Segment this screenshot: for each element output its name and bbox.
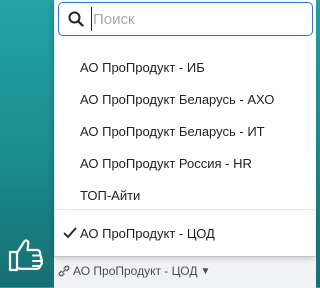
options-list: АО ПроПродукт - ИБ АО ПроПродукт Беларус… [55, 52, 316, 212]
search-icon [68, 11, 84, 27]
thumbs-up-icon[interactable] [4, 234, 46, 276]
search-box[interactable] [58, 2, 313, 36]
organization-dropdown: АО ПроПродукт - ИБ АО ПроПродукт Беларус… [54, 0, 316, 256]
option-item[interactable]: ТОП-Айти [55, 180, 316, 212]
selected-option[interactable]: АО ПроПродукт - ЦОД [55, 218, 316, 250]
option-item[interactable]: АО ПроПродукт - ИБ [55, 52, 316, 84]
organization-selector-label: АО ПроПродукт - ЦОД [73, 264, 198, 278]
checkmark-icon [63, 227, 77, 238]
option-item[interactable]: АО ПроПродукт Беларусь - ИТ [55, 116, 316, 148]
divider [55, 209, 316, 210]
selected-option-label: АО ПроПродукт - ЦОД [80, 226, 215, 241]
option-item[interactable]: АО ПроПродукт Россия - HR [55, 148, 316, 180]
option-item[interactable]: АО ПроПродукт Беларусь - АХО [55, 84, 316, 116]
organization-selector[interactable]: АО ПроПродукт - ЦОД ▼ [58, 262, 210, 280]
caret-down-icon: ▼ [200, 265, 211, 277]
link-icon [58, 265, 70, 277]
search-input[interactable] [91, 7, 293, 31]
